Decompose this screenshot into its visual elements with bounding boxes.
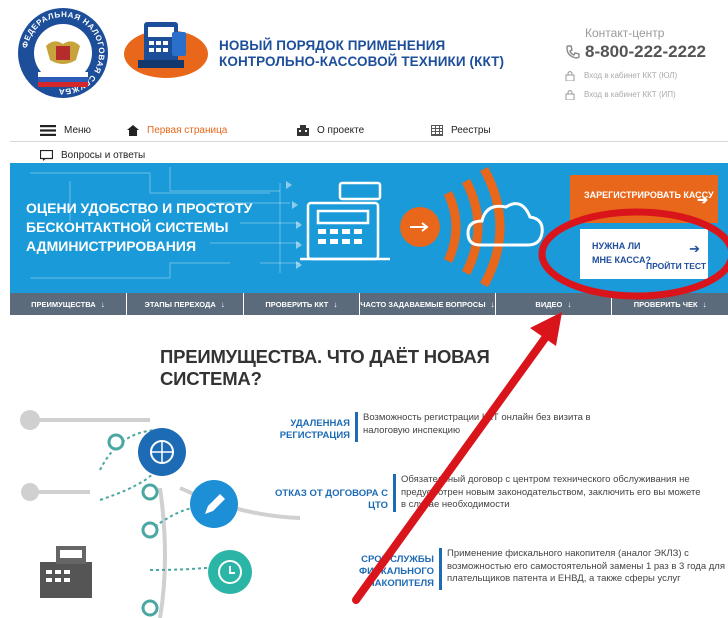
cabinet-ip-label: Вход в кабинет ККТ (ИП) xyxy=(584,90,676,99)
arrow-down-icon: ↓ xyxy=(490,299,495,309)
nav-faq[interactable]: Вопросы и ответы xyxy=(40,150,145,161)
tab-label: ПРЕИМУЩЕСТВА xyxy=(31,299,96,309)
banner-headline: ОЦЕНИ УДОБСТВО И ПРОСТОТУ БЕСКОНТАКТНОЙ … xyxy=(26,200,253,254)
hamburger-icon xyxy=(40,125,56,136)
arrow-down-icon: ↓ xyxy=(333,299,338,309)
cabinet-ul-link[interactable]: Вход в кабинет ККТ (ЮЛ) xyxy=(565,70,725,81)
nav-registries-label: Реестры xyxy=(451,125,491,136)
advantage-item: УДАЛЕННАЯ РЕГИСТРАЦИЯ Возможность регист… xyxy=(238,412,623,442)
kkt-logo[interactable] xyxy=(122,18,210,82)
tab-video[interactable]: ВИДЕО ↓ xyxy=(496,293,613,315)
nav-faq-label: Вопросы и ответы xyxy=(61,150,146,161)
grid-icon xyxy=(431,125,443,136)
phone-icon xyxy=(566,45,580,59)
advantage-name: СРОК СЛУЖБЫ ФИСКАЛЬНОГО НАКОПИТЕЛЯ xyxy=(359,554,434,589)
tab-check-kkt[interactable]: ПРОВЕРИТЬ ККТ ↓ xyxy=(244,293,361,315)
arrow-right-icon: ➔ xyxy=(697,192,708,207)
arrow-down-icon: ↓ xyxy=(567,299,572,309)
divider xyxy=(393,474,396,512)
nav-about[interactable]: О проекте xyxy=(297,125,364,136)
tab-faq[interactable]: ЧАСТО ЗАДАВАЕМЫЕ ВОПРОСЫ ↓ xyxy=(360,293,496,315)
lock-icon xyxy=(565,90,575,100)
cash-register-logo-icon xyxy=(124,22,208,78)
divider xyxy=(355,412,358,442)
tab-check-receipt[interactable]: ПРОВЕРИТЬ ЧЕК ↓ xyxy=(612,293,728,315)
advantage-desc: Применение фискального накопителя (анало… xyxy=(447,548,725,584)
cash-register-icon xyxy=(40,546,92,598)
advantage-desc: Возможность регистрации ККТ онлайн без в… xyxy=(363,412,591,436)
site-title[interactable]: НОВЫЙ ПОРЯДОК ПРИМЕНЕНИЯ КОНТРОЛЬНО-КАСС… xyxy=(219,38,509,70)
tab-label: ВИДЕО xyxy=(535,299,563,309)
nav-menu-label: Меню xyxy=(64,125,92,136)
kassa-test-card[interactable]: НУЖНА ЛИ МНЕ КАССА? ➔ ПРОЙТИ ТЕСТ xyxy=(580,229,708,279)
nav-registries[interactable]: Реестры xyxy=(431,125,491,136)
section-tabs: ПРЕИМУЩЕСТВА ↓ ЭТАПЫ ПЕРЕХОДА ↓ ПРОВЕРИТЬ … xyxy=(10,293,728,315)
arrow-down-icon: ↓ xyxy=(100,299,105,309)
chat-bubble-icon xyxy=(40,150,53,161)
fns-emblem[interactable]: ФЕДЕРАЛЬНАЯ НАЛОГОВАЯ СЛУЖБА xyxy=(16,6,110,100)
arrow-down-icon: ↓ xyxy=(702,299,707,309)
tab-transition-stages[interactable]: ЭТАПЫ ПЕРЕХОДА ↓ xyxy=(127,293,244,315)
cabinet-ul-label: Вход в кабинет ККТ (ЮЛ) xyxy=(584,71,678,80)
lock-icon xyxy=(565,71,575,81)
tab-advantages[interactable]: ПРЕИМУЩЕСТВА ↓ xyxy=(10,293,127,315)
advantage-item: ОТКАЗ ОТ ДОГОВОРА С ЦТО Обязательный дог… xyxy=(270,474,701,512)
nav-home[interactable]: Первая страница xyxy=(127,125,227,136)
tab-label: ПРОВЕРИТЬ ЧЕК xyxy=(633,299,698,309)
divider xyxy=(439,548,442,590)
register-kassa-label: ЗАРЕГИСТРИРОВАТЬ КАССУ xyxy=(584,190,714,200)
advantage-name: ОТКАЗ ОТ ДОГОВОРА С ЦТО xyxy=(275,488,388,511)
advantage-desc: Обязательный договор с центром техническ… xyxy=(401,474,701,510)
contact-block: Контакт-центр 8-800-222-2222 Вход в каби… xyxy=(565,26,725,100)
nav-home-label: Первая страница xyxy=(147,125,228,136)
building-icon xyxy=(297,125,309,136)
register-kassa-button[interactable]: ЗАРЕГИСТРИРОВАТЬ КАССУ ➔ xyxy=(570,175,718,223)
main-nav: Меню Первая страница О проекте Реестры xyxy=(10,122,728,142)
nav-about-label: О проекте xyxy=(317,125,365,136)
arrow-right-icon: ➔ xyxy=(689,241,700,256)
advantage-name: УДАЛЕННАЯ РЕГИСТРАЦИЯ xyxy=(279,418,350,441)
tab-label: ПРОВЕРИТЬ ККТ xyxy=(265,299,329,309)
tab-label: ЭТАПЫ ПЕРЕХОДА xyxy=(144,299,216,309)
tab-label: ЧАСТО ЗАДАВАЕМЫЕ ВОПРОСЫ xyxy=(360,299,486,309)
contact-center-label: Контакт-центр xyxy=(585,26,665,40)
cabinet-ip-link[interactable]: Вход в кабинет ККТ (ИП) xyxy=(565,89,725,100)
fns-emblem-icon: ФЕДЕРАЛЬНАЯ НАЛОГОВАЯ СЛУЖБА xyxy=(18,8,108,98)
phone-number[interactable]: 8-800-222-2222 xyxy=(585,42,706,62)
take-test-link[interactable]: ПРОЙТИ ТЕСТ xyxy=(646,261,706,271)
promo-banner: ОЦЕНИ УДОБСТВО И ПРОСТОТУ БЕСКОНТАКТНОЙ … xyxy=(10,163,728,293)
nav-menu[interactable]: Меню xyxy=(40,125,91,136)
advantage-item: СРОК СЛУЖБЫ ФИСКАЛЬНОГО НАКОПИТЕЛЯ Приме… xyxy=(308,548,728,590)
home-icon xyxy=(127,125,139,136)
arrow-down-icon: ↓ xyxy=(220,299,225,309)
